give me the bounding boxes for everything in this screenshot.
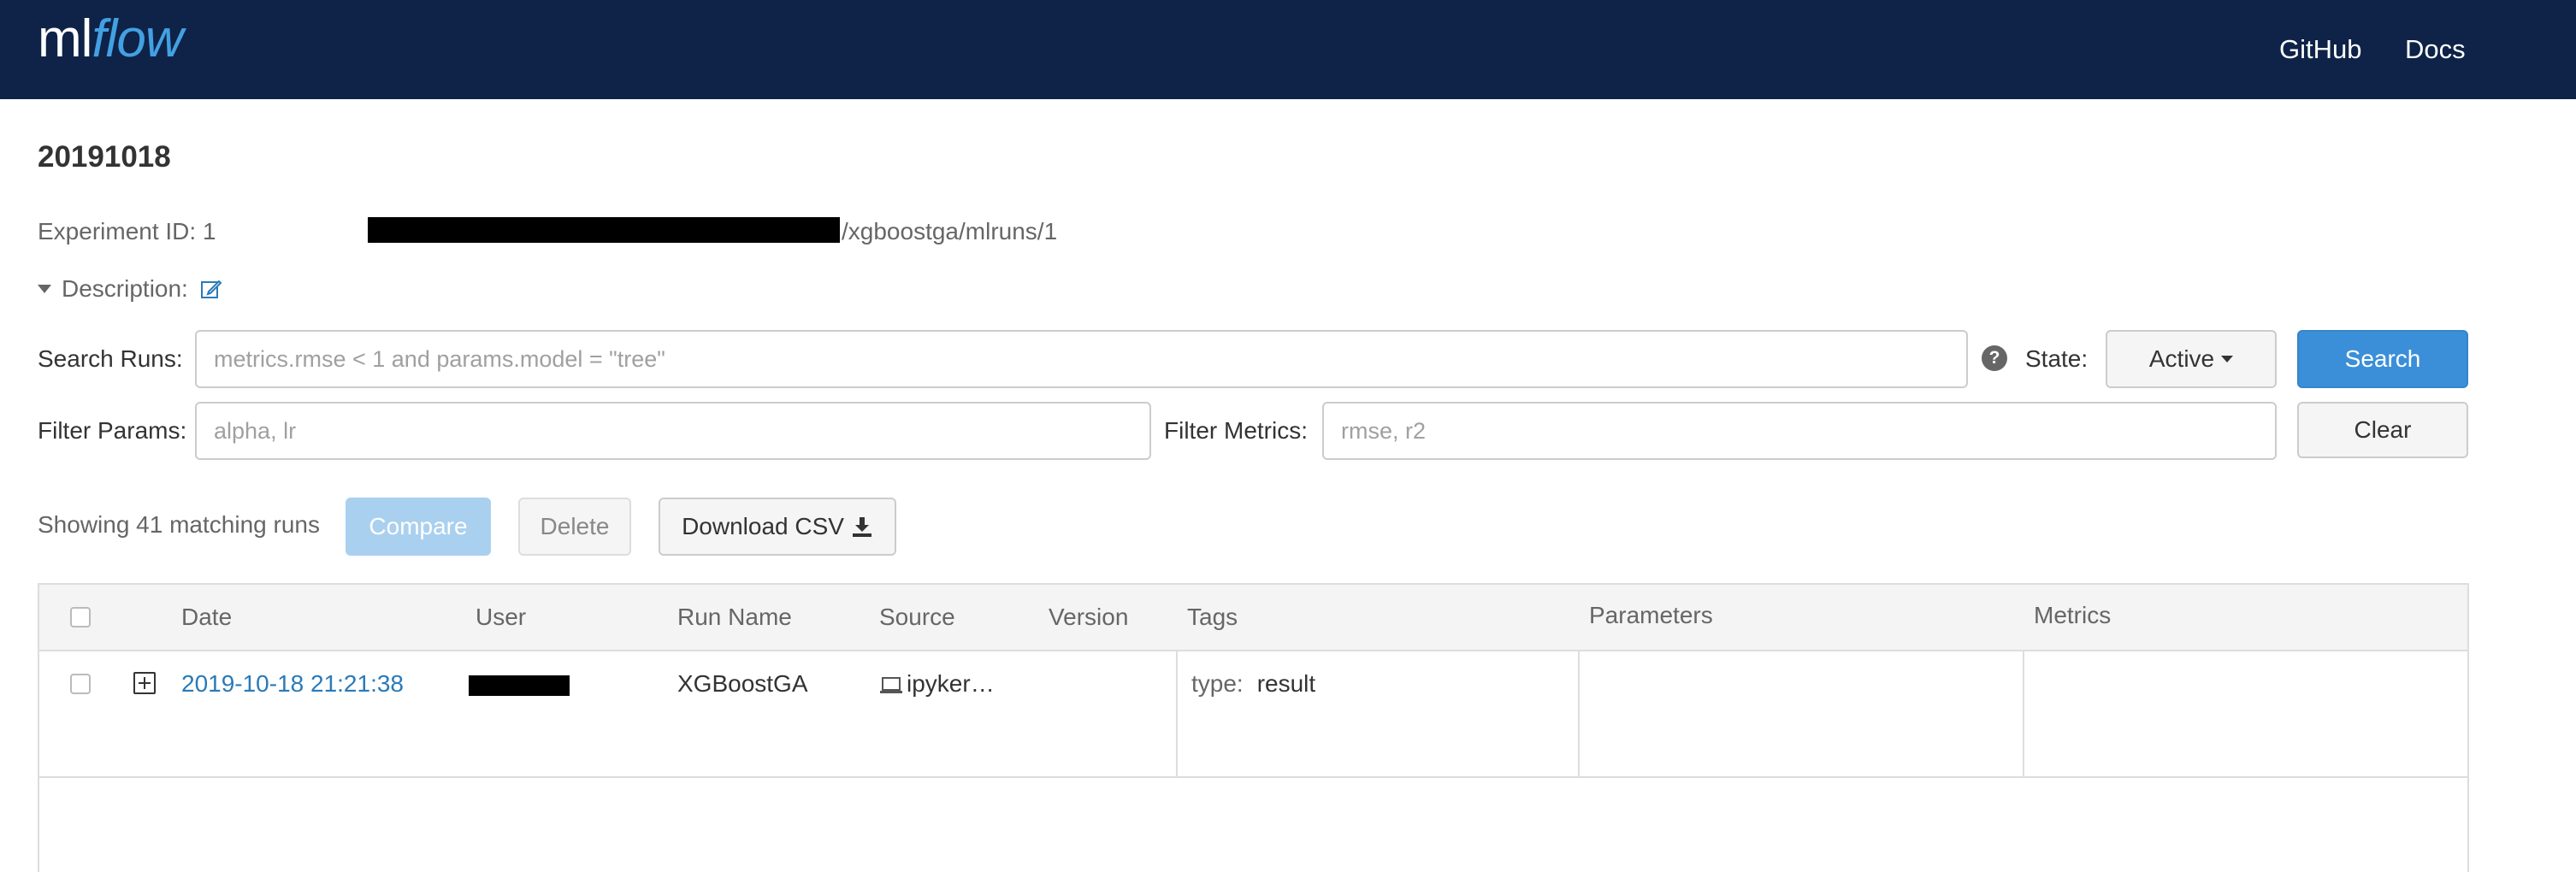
experiment-id: Experiment ID: 1 xyxy=(38,218,216,245)
question-circle-icon[interactable]: ? xyxy=(1982,345,2007,371)
row-select-checkbox[interactable] xyxy=(70,674,91,694)
column-divider xyxy=(2023,651,2024,778)
header-parameters: Parameters xyxy=(1589,602,1713,628)
state-label: State: xyxy=(2025,345,2089,372)
plus-square-icon[interactable] xyxy=(133,672,156,694)
clear-button[interactable]: Clear xyxy=(2297,402,2468,458)
column-divider xyxy=(1176,651,1178,778)
artifact-location: /xgboostga/mlruns/1 xyxy=(368,216,1058,246)
caret-down-icon xyxy=(2221,356,2234,362)
header-run-name[interactable]: Run Name xyxy=(677,604,792,631)
nav-docs-link[interactable]: Docs xyxy=(2405,34,2466,65)
filter-params-label: Filter Params: xyxy=(38,417,187,444)
filter-params-input[interactable] xyxy=(195,402,1151,460)
top-navbar: ml flow GitHub Docs xyxy=(0,0,2576,99)
table-header: Date User Run Name Source Version Tags P… xyxy=(39,585,2467,651)
column-divider xyxy=(1578,651,1580,778)
logo-flow-text: flow xyxy=(92,9,183,68)
state-dropdown[interactable]: Active xyxy=(2106,330,2277,388)
download-icon xyxy=(852,517,871,537)
search-button[interactable]: Search xyxy=(2297,330,2468,388)
download-csv-label: Download CSV xyxy=(682,513,844,539)
description-label: Description: xyxy=(62,275,188,302)
run-date-link[interactable]: 2019-10-18 21:21:38 xyxy=(181,670,404,697)
matching-runs-count: Showing 41 matching runs xyxy=(38,511,320,538)
header-metrics: Metrics xyxy=(2034,602,2112,628)
download-csv-button[interactable]: Download CSV xyxy=(659,498,896,556)
run-source[interactable]: ipyker… xyxy=(879,670,995,698)
header-user[interactable]: User xyxy=(476,604,526,631)
edit-icon[interactable] xyxy=(200,278,222,300)
run-source-text: ipyker… xyxy=(907,670,995,697)
nav-github-link[interactable]: GitHub xyxy=(2279,34,2361,65)
filter-metrics-label: Filter Metrics: xyxy=(1164,417,1308,444)
run-tag: type: result xyxy=(1191,670,1315,698)
table-row: 2019-10-18 21:21:38 XGBoostGA ipyker… ty… xyxy=(39,651,2467,778)
search-runs-input[interactable] xyxy=(195,330,1968,388)
filter-metrics-input[interactable] xyxy=(1322,402,2277,460)
select-all-checkbox[interactable] xyxy=(70,607,91,627)
runs-table: Date User Run Name Source Version Tags P… xyxy=(38,583,2469,872)
laptop-icon xyxy=(880,676,902,693)
header-source[interactable]: Source xyxy=(879,604,955,631)
tag-key: type: xyxy=(1191,670,1244,697)
logo-ml-text: ml xyxy=(38,9,92,68)
search-runs-label: Search Runs: xyxy=(38,345,183,372)
description-toggle[interactable]: Description: xyxy=(38,275,222,303)
experiment-title: 20191018 xyxy=(38,140,171,174)
caret-down-icon xyxy=(38,285,51,293)
tag-value: result xyxy=(1256,670,1316,697)
run-name: XGBoostGA xyxy=(677,670,808,697)
compare-button[interactable]: Compare xyxy=(346,498,491,556)
redaction-bar xyxy=(368,216,840,243)
header-tags: Tags xyxy=(1187,604,1238,630)
state-value: Active xyxy=(2148,345,2215,372)
delete-button[interactable]: Delete xyxy=(518,498,631,556)
header-version[interactable]: Version xyxy=(1049,604,1128,631)
mlflow-logo[interactable]: ml flow xyxy=(38,9,184,85)
header-date[interactable]: Date xyxy=(181,604,232,631)
artifact-location-path: /xgboostga/mlruns/1 xyxy=(842,218,1058,245)
user-redaction-bar xyxy=(469,675,570,696)
